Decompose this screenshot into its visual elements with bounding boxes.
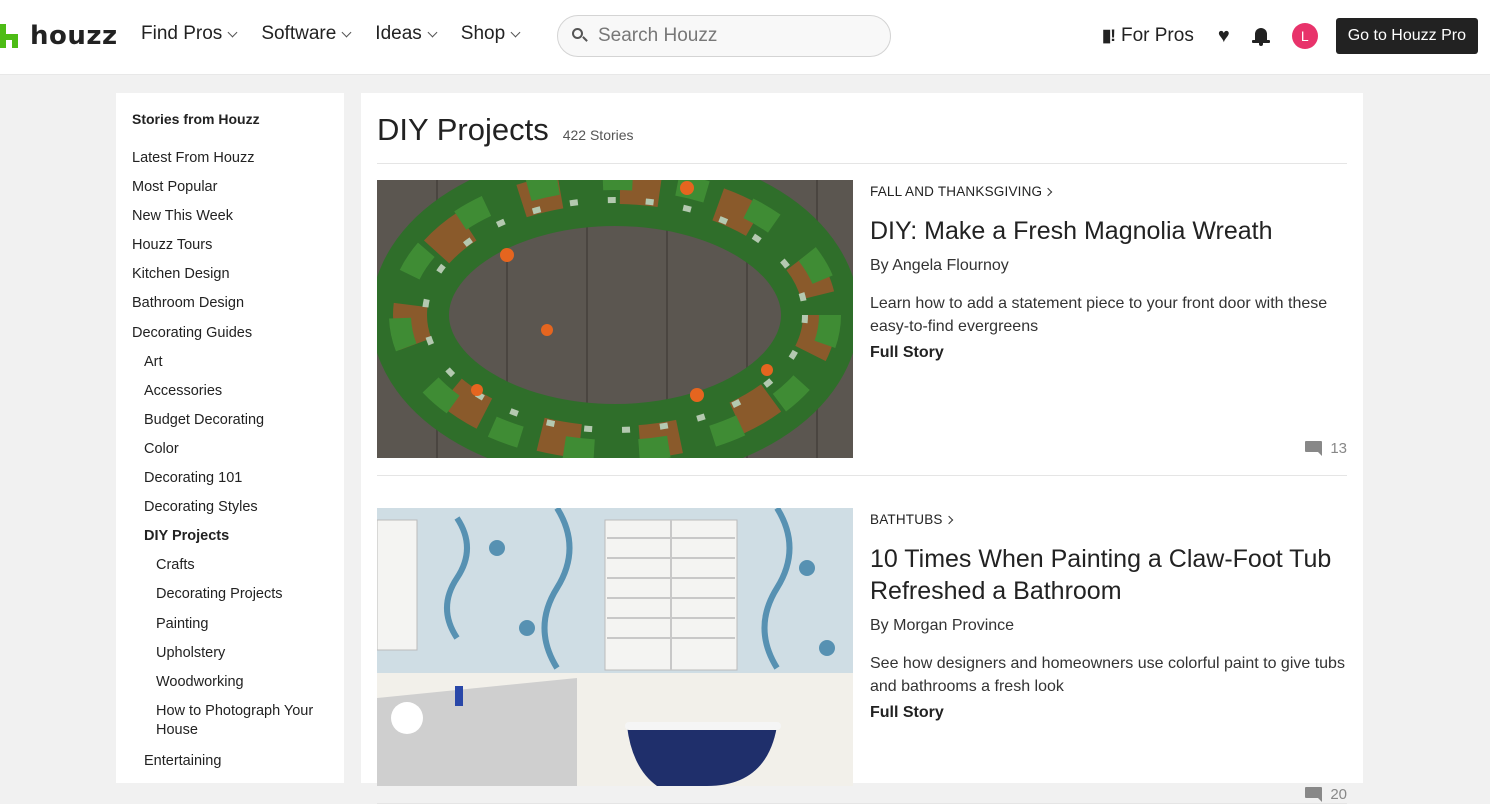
nav-shop-label: Shop bbox=[460, 23, 506, 44]
comment-count-value: 20 bbox=[1330, 786, 1347, 803]
comment-count[interactable]: 20 bbox=[1305, 786, 1347, 803]
story-card: FALL AND THANKSGIVING DIY: Make a Fresh … bbox=[377, 164, 1347, 476]
nav-software-label: Software bbox=[261, 23, 337, 44]
story-author: By Morgan Province bbox=[870, 617, 1015, 634]
sidebar-item-latest-from-houzz[interactable]: Latest From Houzz bbox=[132, 149, 344, 178]
sidebar-item-crafts[interactable]: Crafts bbox=[132, 556, 344, 585]
nav-software[interactable]: Software bbox=[261, 23, 352, 45]
chevron-right-icon bbox=[944, 515, 953, 524]
chevron-right-icon bbox=[1044, 187, 1053, 196]
chevron-down-icon bbox=[341, 27, 352, 37]
wreath-photo bbox=[377, 180, 853, 458]
top-header: houzz Find Pros Software Ideas Shop ▮! F… bbox=[0, 0, 1490, 75]
story-excerpt: Learn how to add a statement piece to yo… bbox=[870, 295, 1328, 335]
stories-main: DIY Projects 422 Stories FALL AND THANKS… bbox=[361, 93, 1363, 804]
story-category-label: FALL AND THANKSGIVING bbox=[870, 184, 1043, 199]
sidebar-heading: Stories from Houzz bbox=[132, 111, 260, 127]
full-story-link[interactable]: Full Story bbox=[870, 344, 1346, 362]
story-body: FALL AND THANKSGIVING DIY: Make a Fresh … bbox=[870, 164, 1346, 475]
sidebar-item-decorating-guides[interactable]: Decorating Guides bbox=[132, 324, 344, 353]
for-pros-label: For Pros bbox=[1120, 25, 1194, 46]
sidebar-item-entertaining[interactable]: Entertaining bbox=[132, 752, 344, 781]
search-bar bbox=[557, 15, 891, 57]
full-story-link[interactable]: Full Story bbox=[870, 704, 1346, 722]
page-header: DIY Projects 422 Stories bbox=[377, 93, 1347, 164]
chevron-down-icon bbox=[427, 27, 438, 37]
main-nav: Find Pros Software Ideas Shop bbox=[141, 23, 544, 45]
sidebar-item-diy-projects[interactable]: DIY Projects bbox=[132, 527, 344, 556]
story-category-label: BATHTUBS bbox=[870, 512, 943, 527]
nav-ideas[interactable]: Ideas bbox=[375, 23, 438, 45]
comment-icon bbox=[1305, 441, 1323, 456]
search-input[interactable] bbox=[598, 25, 868, 47]
sidebar-item-color[interactable]: Color bbox=[132, 440, 344, 469]
stories-sidebar: Stories from Houzz Latest From Houzz Mos… bbox=[116, 93, 344, 783]
story-body: BATHTUBS 10 Times When Painting a Claw-F… bbox=[870, 492, 1346, 803]
houzz-logo[interactable]: houzz bbox=[0, 20, 118, 52]
sidebar-item-upholstery[interactable]: Upholstery bbox=[132, 644, 344, 673]
sidebar-item-houzz-tours[interactable]: Houzz Tours bbox=[132, 236, 344, 265]
story-category-link[interactable]: BATHTUBS bbox=[870, 512, 1346, 527]
nav-shop[interactable]: Shop bbox=[460, 23, 521, 45]
sidebar-item-bathroom-design[interactable]: Bathroom Design bbox=[132, 294, 344, 323]
search-icon bbox=[572, 28, 588, 44]
chevron-down-icon bbox=[227, 27, 238, 37]
go-to-houzz-pro-button[interactable]: Go to Houzz Pro bbox=[1335, 18, 1478, 54]
story-count: 422 Stories bbox=[562, 127, 634, 143]
sidebar-item-painting[interactable]: Painting bbox=[132, 615, 344, 644]
logo-text: houzz bbox=[30, 21, 118, 51]
sidebar-item-decorating-projects[interactable]: Decorating Projects bbox=[132, 585, 344, 614]
sidebar-item-how-to-photograph[interactable]: How to Photograph Your House bbox=[132, 702, 332, 752]
avatar-initial: L bbox=[1300, 28, 1309, 44]
avatar[interactable]: L bbox=[1291, 23, 1318, 49]
chevron-down-icon bbox=[510, 27, 521, 37]
sidebar-item-woodworking[interactable]: Woodworking bbox=[132, 673, 344, 702]
nav-find-pros[interactable]: Find Pros bbox=[141, 23, 238, 45]
header-actions: ▮! For Pros ♥ L Go to Houzz Pro bbox=[1102, 18, 1478, 54]
sidebar-item-accessories[interactable]: Accessories bbox=[132, 382, 344, 411]
story-image-bathroom[interactable] bbox=[377, 508, 853, 786]
nav-ideas-label: Ideas bbox=[375, 23, 422, 44]
sidebar-item-decorating-101[interactable]: Decorating 101 bbox=[132, 469, 344, 498]
story-excerpt: See how designers and homeowners use col… bbox=[870, 655, 1345, 695]
story-category-link[interactable]: FALL AND THANKSGIVING bbox=[870, 184, 1346, 199]
sidebar-item-decorating-styles[interactable]: Decorating Styles bbox=[132, 498, 344, 527]
story-title[interactable]: DIY: Make a Fresh Magnolia Wreath bbox=[870, 215, 1346, 247]
nav-find-pros-label: Find Pros bbox=[141, 23, 223, 44]
story-author: By Angela Flournoy bbox=[870, 257, 1009, 274]
comment-icon bbox=[1305, 787, 1323, 802]
houzz-logo-icon bbox=[0, 24, 20, 48]
sidebar-item-kitchen-design[interactable]: Kitchen Design bbox=[132, 265, 344, 294]
story-image-wreath[interactable] bbox=[377, 180, 853, 458]
sidebar-item-budget-decorating[interactable]: Budget Decorating bbox=[132, 411, 344, 440]
heart-icon[interactable]: ♥ bbox=[1218, 25, 1230, 48]
bathroom-photo bbox=[377, 508, 853, 786]
comment-count-value: 13 bbox=[1330, 440, 1347, 457]
sidebar-item-most-popular[interactable]: Most Popular bbox=[132, 178, 344, 207]
story-title[interactable]: 10 Times When Painting a Claw-Foot Tub R… bbox=[870, 543, 1346, 607]
sidebar-item-art[interactable]: Art bbox=[132, 353, 344, 382]
comment-count[interactable]: 13 bbox=[1305, 440, 1347, 457]
pros-icon: ▮! bbox=[1101, 26, 1116, 45]
page-title: DIY Projects bbox=[377, 112, 549, 147]
for-pros-link[interactable]: ▮! For Pros bbox=[1102, 25, 1194, 47]
sidebar-item-new-this-week[interactable]: New This Week bbox=[132, 207, 344, 236]
bell-icon[interactable] bbox=[1251, 26, 1270, 46]
story-card: BATHTUBS 10 Times When Painting a Claw-F… bbox=[377, 492, 1347, 804]
